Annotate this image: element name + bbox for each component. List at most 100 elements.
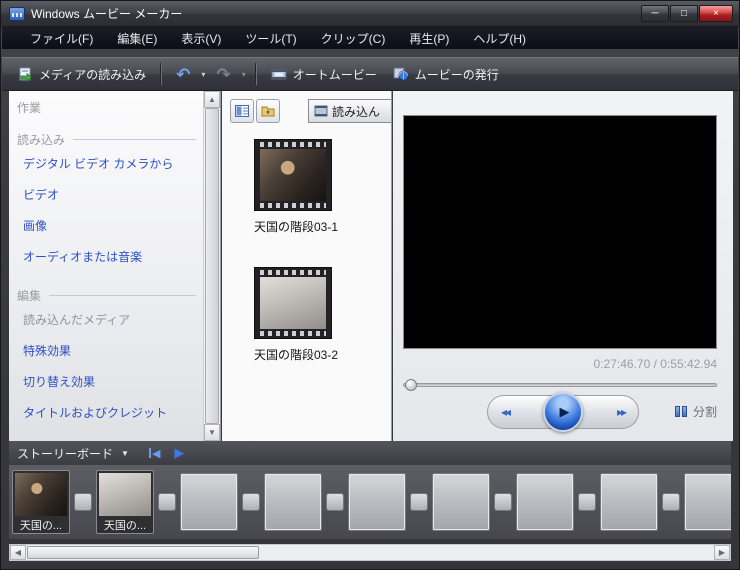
menu-item-file[interactable]: ファイル(F) (18, 27, 105, 50)
seek-track[interactable] (403, 383, 717, 387)
redo-button[interactable]: ↷ (208, 62, 238, 87)
rewind-icon: ◀ (151, 447, 161, 460)
collection-filter-label: 読み込ん (332, 104, 381, 119)
automovie-icon (271, 69, 287, 79)
menu-item-tools[interactable]: ツール(T) (233, 27, 308, 50)
transition-cell[interactable] (494, 493, 512, 511)
menu-bar: ファイル(F) 編集(E) 表示(V) ツール(T) クリップ(C) 再生(P)… (2, 27, 738, 49)
maximize-button[interactable]: □ (670, 5, 698, 22)
movie-maker-window: Windows ムービー メーカー ─ □ × ファイル(F) 編集(E) 表示… (0, 0, 740, 570)
split-button[interactable]: 分割 (674, 403, 717, 420)
transition-cell[interactable] (662, 493, 680, 511)
video-frame-image (260, 149, 326, 201)
transition-cell[interactable] (74, 493, 92, 511)
up-folder-button[interactable] (256, 99, 280, 123)
task-link-transitions[interactable]: 切り替え効果 (9, 366, 220, 397)
storyboard-clip[interactable]: 天国の... (96, 470, 154, 534)
folder-up-icon (261, 106, 275, 117)
menu-item-play[interactable]: 再生(P) (397, 27, 461, 50)
menu-item-edit[interactable]: 編集(E) (105, 27, 169, 50)
task-link-pictures[interactable]: 画像 (9, 210, 220, 241)
main-toolbar: メディアの読み込み ↶ ▾ ↷ ▾ オートムービー ムービーの発行 (2, 57, 738, 91)
task-link-effects[interactable]: 特殊効果 (9, 335, 220, 366)
storyboard-horizontal-scrollbar: ◀ ▶ (9, 544, 731, 561)
transition-cell[interactable] (578, 493, 596, 511)
task-link-audio-music[interactable]: オーディオまたは音楽 (9, 241, 220, 272)
menu-item-clip[interactable]: クリップ(C) (309, 27, 398, 50)
undo-button[interactable]: ↶ (168, 62, 198, 87)
media-item-label: 天国の階段03-1 (254, 220, 339, 234)
storyboard-empty-cell[interactable] (684, 473, 731, 531)
rewind-to-start-button[interactable]: ◀ (148, 447, 161, 460)
import-media-button[interactable]: メディアの読み込み (10, 62, 154, 87)
storyboard-clip[interactable]: 天国の... (12, 470, 70, 534)
media-thumbnail (254, 267, 332, 339)
automovie-button[interactable]: オートムービー (263, 62, 385, 87)
filmstrip-sprockets (260, 203, 326, 208)
storyboard-empty-cell[interactable] (516, 473, 574, 531)
collection-filter-button[interactable]: 読み込ん (308, 99, 391, 123)
redo-dropdown-button[interactable]: ▾ (239, 66, 249, 83)
window-title: Windows ムービー メーカー (31, 7, 183, 21)
storyboard-empty-cell[interactable] (264, 473, 322, 531)
storyboard-empty-cell[interactable] (348, 473, 406, 531)
scroll-down-button[interactable]: ▼ (204, 424, 220, 441)
transition-cell[interactable] (410, 493, 428, 511)
transport-controls: ◂◂ ▸▸ ▶ (487, 392, 639, 432)
filmstrip-sprockets (260, 270, 326, 275)
imported-media-icon (314, 105, 328, 117)
publish-movie-label: ムービーの発行 (414, 67, 499, 82)
transition-cell[interactable] (326, 493, 344, 511)
collection-pane: 読み込ん 天国の階段03-1 天国の階段03-2 (222, 91, 392, 441)
automovie-label: オートムービー (292, 67, 377, 82)
app-icon (9, 6, 25, 21)
storyboard-empty-cell[interactable] (600, 473, 658, 531)
menu-item-help[interactable]: ヘルプ(H) (461, 27, 538, 50)
play-button[interactable]: ▶ (543, 392, 583, 432)
section-header-label: 編集 (17, 289, 42, 303)
scroll-left-button[interactable]: ◀ (10, 545, 26, 560)
window-titlebar: Windows ムービー メーカー ─ □ × (1, 1, 739, 27)
section-header-label: 読み込み (17, 133, 66, 147)
tasks-section-edit: 編集 読み込んだメディア 特殊効果 切り替え効果 タイトルおよびクレジット (9, 287, 220, 428)
seek-thumb[interactable] (405, 379, 417, 391)
storyboard-empty-cell[interactable] (180, 473, 238, 531)
import-media-label: メディアの読み込み (39, 67, 147, 82)
clip-thumbnail (15, 473, 67, 517)
publish-movie-button[interactable]: ムービーの発行 (385, 62, 507, 87)
scrollbar-thumb[interactable] (205, 108, 219, 424)
storyboard-view-dropdown[interactable]: ▼ (117, 446, 133, 461)
storyboard-empty-cell[interactable] (432, 473, 490, 531)
task-link-from-dv-camera[interactable]: デジタル ビデオ カメラから (9, 148, 220, 179)
transition-cell[interactable] (158, 493, 176, 511)
media-item[interactable]: 天国の階段03-2 (254, 267, 338, 363)
window-controls: ─ □ × (641, 5, 733, 22)
tasks-section-header: 読み込み (9, 131, 220, 148)
close-button[interactable]: × (699, 5, 733, 22)
undo-dropdown-button[interactable]: ▾ (198, 66, 208, 83)
import-media-icon (19, 67, 33, 82)
thumbnail-view-button[interactable] (230, 99, 254, 123)
minimize-button[interactable]: ─ (641, 5, 669, 22)
tasks-vertical-scrollbar: ▲ ▼ (203, 91, 220, 441)
media-item[interactable]: 天国の階段03-1 (254, 139, 339, 235)
storyboard-play-button[interactable]: ▶ (174, 445, 184, 461)
section-divider (73, 139, 196, 140)
task-link-imported-media[interactable]: 読み込んだメディア (9, 304, 220, 335)
redo-icon: ↷ (216, 64, 231, 84)
next-frame-button[interactable]: ▸▸ (617, 405, 627, 419)
filmstrip-sprockets (260, 142, 326, 147)
media-thumbnail (254, 139, 332, 211)
scrollbar-thumb[interactable] (27, 546, 259, 559)
task-link-titles-credits[interactable]: タイトルおよびクレジット (9, 397, 220, 428)
storyboard-strip: 天国の... 天国の... (9, 465, 731, 539)
transition-cell[interactable] (242, 493, 260, 511)
split-icon (674, 406, 687, 417)
menu-item-view[interactable]: 表示(V) (169, 27, 233, 50)
previous-frame-button[interactable]: ◂◂ (501, 405, 511, 419)
task-link-videos[interactable]: ビデオ (9, 179, 220, 210)
thumbnail-view-icon (235, 105, 249, 117)
scroll-up-button[interactable]: ▲ (204, 91, 220, 108)
rewind-bar (148, 448, 151, 458)
scroll-right-button[interactable]: ▶ (714, 545, 730, 560)
